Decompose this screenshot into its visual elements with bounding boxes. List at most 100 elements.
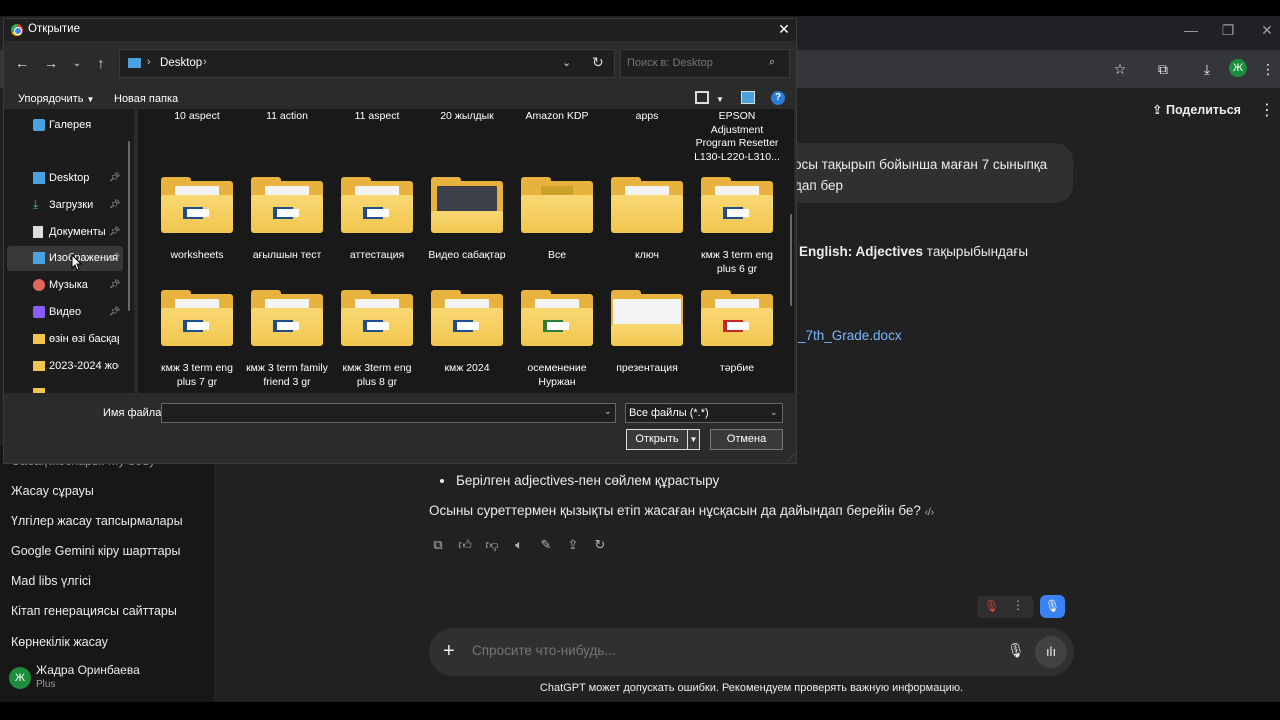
pin-icon[interactable]: 📌︎ (109, 199, 120, 210)
files-scrollbar[interactable] (790, 214, 792, 306)
plus-icon[interactable]: + (443, 640, 455, 663)
filetype-select[interactable]: Все файлы (*.*) ⌄ (625, 403, 783, 423)
nav-item-folder[interactable]: 2023-2024 жосп (4, 354, 120, 379)
address-bar[interactable]: › Desktop › ⌄ ↻ (119, 49, 615, 78)
folder-item[interactable]: кмж 3 term eng plus 6 gr (694, 177, 780, 277)
mic-icon[interactable]: 🎙︎ (1007, 642, 1025, 659)
thumbs-down-icon[interactable]: 👎︎ (484, 537, 500, 553)
folder-item[interactable]: аттестация (334, 177, 420, 277)
filename-input[interactable] (161, 403, 616, 423)
back-arrow-icon[interactable]: ← (13, 55, 31, 71)
dictate-mic-icon[interactable]: 🎙︎ (1040, 595, 1065, 618)
more-options-icon[interactable]: ⋮ (1259, 100, 1275, 120)
share-message-icon[interactable]: ⇪ (565, 537, 581, 553)
breadcrumb-desktop[interactable]: Desktop (160, 57, 202, 69)
nav-item-gallery[interactable]: Галерея (4, 113, 120, 138)
folder-item[interactable]: EPSON Adjustment Program Resetter L130-L… (694, 110, 780, 164)
dialog-close-icon[interactable]: ✕ (776, 21, 792, 38)
nav-item-music[interactable]: Музыка 📌︎ (4, 273, 120, 298)
nav-item-folder[interactable]: өзін өзі басқар (4, 327, 120, 352)
extensions-icon[interactable]: ⧉ (1153, 61, 1173, 79)
thumbs-up-icon[interactable]: 👍︎ (457, 537, 473, 553)
folder-item[interactable]: презентация (604, 290, 690, 390)
nav-item-desktop[interactable]: Desktop 📌︎ (4, 166, 120, 191)
folder-item[interactable]: ключ (604, 177, 690, 277)
resize-grip-icon[interactable]: ⋰ (787, 453, 795, 462)
more-vertical-icon[interactable]: ⋮ (1012, 598, 1024, 612)
folder-item[interactable]: Все (514, 177, 600, 277)
forward-arrow-icon[interactable]: → (42, 55, 60, 71)
sidebar-item-chat[interactable]: Mad libs үлгісі (11, 574, 91, 588)
open-button[interactable]: Открыть (626, 429, 688, 450)
folder-item[interactable]: worksheets (154, 177, 240, 277)
folder-item[interactable]: тәрбие (694, 290, 780, 390)
folder-item[interactable]: 11 aspect (334, 110, 420, 124)
bullet-text: Берілген adjectives-пен сөйлем құрастыру (456, 473, 720, 488)
recent-locations-chevron-icon[interactable]: ⌄ (68, 58, 86, 69)
folder-item[interactable]: кмж 2024 (424, 290, 510, 390)
breadcrumb-separator-icon[interactable]: › (147, 56, 151, 68)
folder-item[interactable]: Amazon KDP (514, 110, 600, 124)
folder-item[interactable]: apps (604, 110, 690, 124)
pin-icon[interactable]: 📌︎ (109, 279, 120, 290)
folder-item[interactable]: Видео сабақтар (424, 177, 510, 277)
bookmark-star-icon[interactable]: ☆ (1110, 61, 1130, 79)
view-dropdown-icon[interactable]: ▼ (716, 95, 724, 104)
nav-item-videos[interactable]: Видео 📌︎ (4, 300, 120, 325)
pin-icon[interactable]: 📌︎ (109, 252, 120, 263)
docx-download-link[interactable]: _7th_Grade.docx (798, 328, 902, 343)
organize-button[interactable]: Упорядочить ▼ (18, 93, 94, 105)
minimize-icon[interactable]: — (1176, 22, 1206, 38)
user-avatar[interactable]: Ж (9, 667, 31, 689)
user-name[interactable]: Жадра Оринбаева (36, 663, 140, 677)
filename-history-chevron-icon[interactable]: ⌄ (604, 406, 612, 417)
search-icon[interactable]: ⌕ (769, 56, 775, 69)
folder-item[interactable]: осеменение Нуржан (514, 290, 600, 390)
profile-avatar[interactable]: Ж (1229, 59, 1247, 77)
close-window-icon[interactable]: ✕ (1252, 22, 1280, 39)
folder-item[interactable]: кмж 3term eng plus 8 gr (334, 290, 420, 390)
share-button[interactable]: ⇪ Поделиться (1152, 102, 1241, 117)
folder-item[interactable]: кмж 3 term eng plus 7 gr (154, 290, 240, 390)
sidebar-item-chat[interactable]: Google Gemini кіру шарттары (11, 544, 180, 558)
refresh-icon[interactable]: ↻ (592, 54, 604, 71)
nav-item-downloads[interactable]: ⤓ Загрузки 📌︎ (4, 193, 120, 218)
sidebar-item-chat[interactable]: Көрнекілік жасау (11, 635, 108, 649)
folder-item[interactable]: 10 aspect (154, 110, 240, 124)
breadcrumb-separator-icon[interactable]: › (203, 56, 207, 68)
folder-item[interactable]: 11 action (244, 110, 330, 124)
edit-icon[interactable]: ✎ (538, 537, 554, 553)
view-mode-icon[interactable] (695, 91, 709, 104)
prompt-input[interactable] (472, 643, 972, 658)
folder-item[interactable]: кмж 3 term family friend 3 gr (244, 290, 330, 390)
new-folder-button[interactable]: Новая папка (114, 93, 178, 105)
search-input[interactable] (627, 57, 767, 69)
voice-mode-icon[interactable]: ılı (1035, 636, 1067, 668)
pin-icon[interactable]: 📌︎ (109, 226, 120, 237)
pin-icon[interactable]: 📌︎ (109, 306, 120, 317)
preview-pane-icon[interactable] (741, 91, 755, 104)
address-history-chevron-icon[interactable]: ⌄ (562, 56, 571, 69)
mic-off-icon[interactable]: 🎙︎ (984, 599, 999, 613)
downloads-icon[interactable]: ⤓ (1197, 61, 1217, 79)
help-icon[interactable]: ? (771, 91, 785, 105)
regenerate-icon[interactable]: ↻ (592, 537, 608, 553)
sidebar-item-chat[interactable]: Жасау сұрауы (11, 484, 94, 498)
folder-item[interactable]: ағылшын тест (244, 177, 330, 277)
nav-item-pictures[interactable]: Изображения 📌︎ (7, 246, 123, 271)
sidebar-item-chat[interactable]: Кітап генерациясы сайттары (11, 604, 177, 618)
copy-icon[interactable]: ⧉ (430, 537, 446, 553)
nav-scrollbar[interactable] (128, 141, 130, 311)
nav-item-documents[interactable]: Документы 📌︎ (4, 220, 120, 245)
cancel-button[interactable]: Отмена (710, 429, 783, 450)
up-arrow-icon[interactable]: ↑ (92, 55, 110, 71)
restore-icon[interactable]: ❐ (1213, 22, 1243, 39)
nav-item-folder[interactable] (4, 381, 120, 393)
browser-menu-icon[interactable]: ⋮ (1258, 61, 1278, 79)
read-aloud-icon[interactable]: 🔈︎ (511, 537, 527, 553)
folder-item[interactable]: 20 жылдык (424, 110, 510, 124)
pin-icon[interactable]: 📌︎ (109, 172, 120, 183)
voice-mini-controls[interactable]: 🎙︎ ⋮ (977, 596, 1033, 618)
open-options-icon[interactable]: ▼ (688, 429, 700, 450)
sidebar-item-chat[interactable]: Үлгілер жасау тапсырмалары (11, 514, 183, 528)
